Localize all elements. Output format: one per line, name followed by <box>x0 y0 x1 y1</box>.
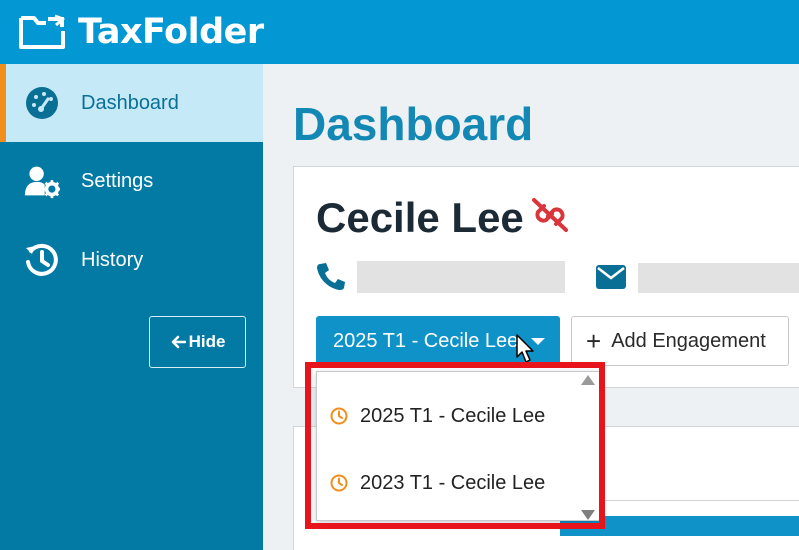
sidebar-item-label: Dashboard <box>81 91 179 114</box>
phone-value-redacted <box>357 261 565 293</box>
unlink-icon[interactable] <box>528 196 572 234</box>
engagement-dropdown-menu <box>316 371 600 521</box>
hide-sidebar-button[interactable]: Hide <box>149 316 246 368</box>
dropdown-option-2025[interactable]: 2025 T1 - Cecile Lee <box>330 401 545 431</box>
dropdown-option-2023[interactable]: 2023 T1 - Cecile Lee <box>330 468 545 498</box>
dashboard-gauge-icon <box>26 87 58 119</box>
arrow-left-icon <box>171 335 186 349</box>
clock-icon <box>330 474 348 492</box>
sidebar-item-label: Settings <box>81 169 154 192</box>
plus-icon: + <box>586 326 602 356</box>
client-name: Cecile Lee <box>316 194 524 241</box>
scroll-up-arrow-icon[interactable] <box>581 375 595 385</box>
scroll-down-arrow-icon[interactable] <box>581 510 595 520</box>
top-bar: TaxFolder <box>0 0 799 64</box>
sidebar-item-settings[interactable]: Settings <box>0 142 263 220</box>
add-engagement-label: Add Engagement <box>611 329 766 352</box>
dropdown-option-label: 2025 T1 - Cecile Lee <box>360 404 546 427</box>
phone-icon[interactable] <box>316 261 346 291</box>
app-name: TaxFolder <box>78 12 264 52</box>
engagement-selected-label: 2025 T1 - Cecile Lee <box>333 329 519 352</box>
user-gear-icon <box>24 166 60 199</box>
page-title: Dashboard <box>293 98 534 150</box>
sidebar-item-history[interactable]: History <box>0 221 263 299</box>
hide-label: Hide <box>188 332 226 351</box>
sidebar-item-dashboard[interactable]: Dashboard <box>0 64 277 142</box>
clock-icon <box>330 407 348 425</box>
history-icon <box>26 243 58 276</box>
mouse-pointer-icon <box>516 334 534 363</box>
dropdown-option-label: 2023 T1 - Cecile Lee <box>360 471 546 494</box>
add-engagement-button[interactable]: + Add Engagement <box>571 316 789 366</box>
email-value-redacted <box>638 263 799 293</box>
folder-logo-icon <box>19 14 65 49</box>
app-logo[interactable]: TaxFolder <box>18 10 264 54</box>
envelope-icon[interactable] <box>596 265 626 289</box>
sidebar-item-label: History <box>81 248 144 271</box>
